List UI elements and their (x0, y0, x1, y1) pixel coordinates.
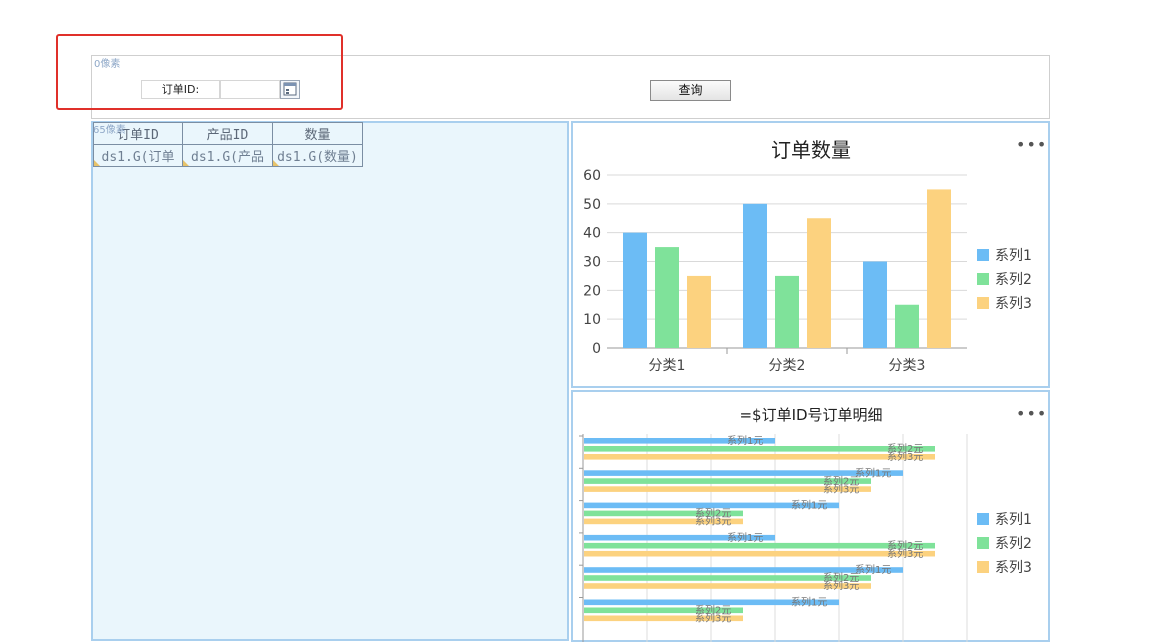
chart-title: =$订单ID号订单明细 (739, 406, 882, 424)
y-tick-label: 20 (583, 283, 601, 299)
bar (775, 275, 799, 348)
bar (584, 446, 935, 452)
data-label: 系列1元 (727, 434, 763, 447)
legend-label: 系列1 (995, 512, 1032, 528)
highlight-box (56, 34, 343, 110)
cell-marker-icon (94, 160, 100, 166)
legend-label: 系列3 (995, 560, 1032, 576)
bar (584, 454, 935, 460)
legend-label: 系列2 (995, 272, 1032, 288)
legend-label: 系列3 (995, 296, 1032, 312)
legend-swatch (977, 297, 989, 309)
table-cell[interactable]: ds1.G(订单 (93, 144, 183, 167)
table-cell[interactable]: ds1.G(数量) (272, 144, 363, 167)
x-tick-label: 分类1 (649, 358, 686, 374)
data-label: 系列1元 (855, 466, 891, 479)
report-panel-hint: 65像素 (93, 125, 126, 136)
y-tick-label: 50 (583, 197, 601, 213)
data-label: 系列3元 (887, 547, 923, 560)
order-quantity-chart-panel: ••• 订单数量 0 10 20 30 40 50 60 分类1 分类2 分类3 系列1 系列2 系列3 (571, 121, 1050, 388)
bar (623, 232, 647, 348)
data-label: 系列3元 (887, 450, 923, 463)
bar (927, 189, 951, 348)
data-label: 系列3元 (695, 515, 731, 528)
data-label: 系列1元 (855, 563, 891, 576)
data-label: 系列3元 (695, 612, 731, 625)
table-cell[interactable]: ds1.G(产品 (182, 144, 273, 167)
order-quantity-chart: 订单数量 0 10 20 30 40 50 60 分类1 分类2 分类3 系列1 系列2 系列3 (583, 138, 1032, 374)
legend-swatch (977, 561, 989, 573)
table-header-row: 订单ID 产品ID 数量 (93, 122, 363, 145)
table-header-cell[interactable]: 产品ID (182, 122, 273, 145)
y-tick-label: 60 (583, 168, 601, 184)
bar (584, 542, 935, 549)
y-tick-label: 0 (592, 341, 601, 357)
bar (655, 247, 679, 348)
data-label: 系列3元 (823, 579, 859, 592)
legend-label: 系列2 (995, 536, 1032, 552)
data-label: 系列1元 (791, 499, 827, 512)
legend-swatch (977, 513, 989, 525)
bar (807, 218, 831, 348)
y-tick-label: 40 (583, 226, 601, 242)
legend-swatch (977, 273, 989, 285)
bar (687, 275, 711, 348)
cell-formula: ds1.G(订单 (101, 150, 175, 165)
query-button[interactable]: 查询 (650, 80, 731, 101)
legend-swatch (977, 537, 989, 549)
bar (863, 261, 887, 348)
cell-marker-icon (183, 160, 189, 166)
cell-formula: ds1.G(数量) (277, 150, 358, 165)
bar (743, 203, 767, 348)
x-tick-label: 分类3 (889, 358, 926, 374)
bar (584, 550, 935, 557)
order-detail-chart-panel: ••• =$订单ID号订单明细0102030405060系列1元系列2元系列3元… (571, 390, 1050, 642)
bar (895, 304, 919, 348)
order-detail-chart: =$订单ID号订单明细0102030405060系列1元系列2元系列3元系列1元… (579, 406, 1032, 642)
report-table: 订单ID 产品ID 数量 ds1.G(订单 ds1.G(产品 ds1.G(数量) (93, 122, 363, 167)
table-header-cell[interactable]: 数量 (272, 122, 363, 145)
y-tick-label: 10 (583, 312, 601, 328)
y-tick-label: 30 (583, 255, 601, 271)
data-label: 系列1元 (727, 531, 763, 544)
cell-marker-icon (273, 160, 279, 166)
data-label: 系列1元 (791, 596, 827, 609)
legend-swatch (977, 249, 989, 261)
report-panel (91, 121, 569, 641)
table-row: ds1.G(订单 ds1.G(产品 ds1.G(数量) (93, 144, 363, 167)
cell-formula: ds1.G(产品 (191, 150, 264, 165)
legend-label: 系列1 (995, 248, 1032, 264)
chart-title: 订单数量 (771, 138, 851, 162)
x-tick-label: 分类2 (769, 358, 806, 374)
data-label: 系列3元 (823, 482, 859, 495)
